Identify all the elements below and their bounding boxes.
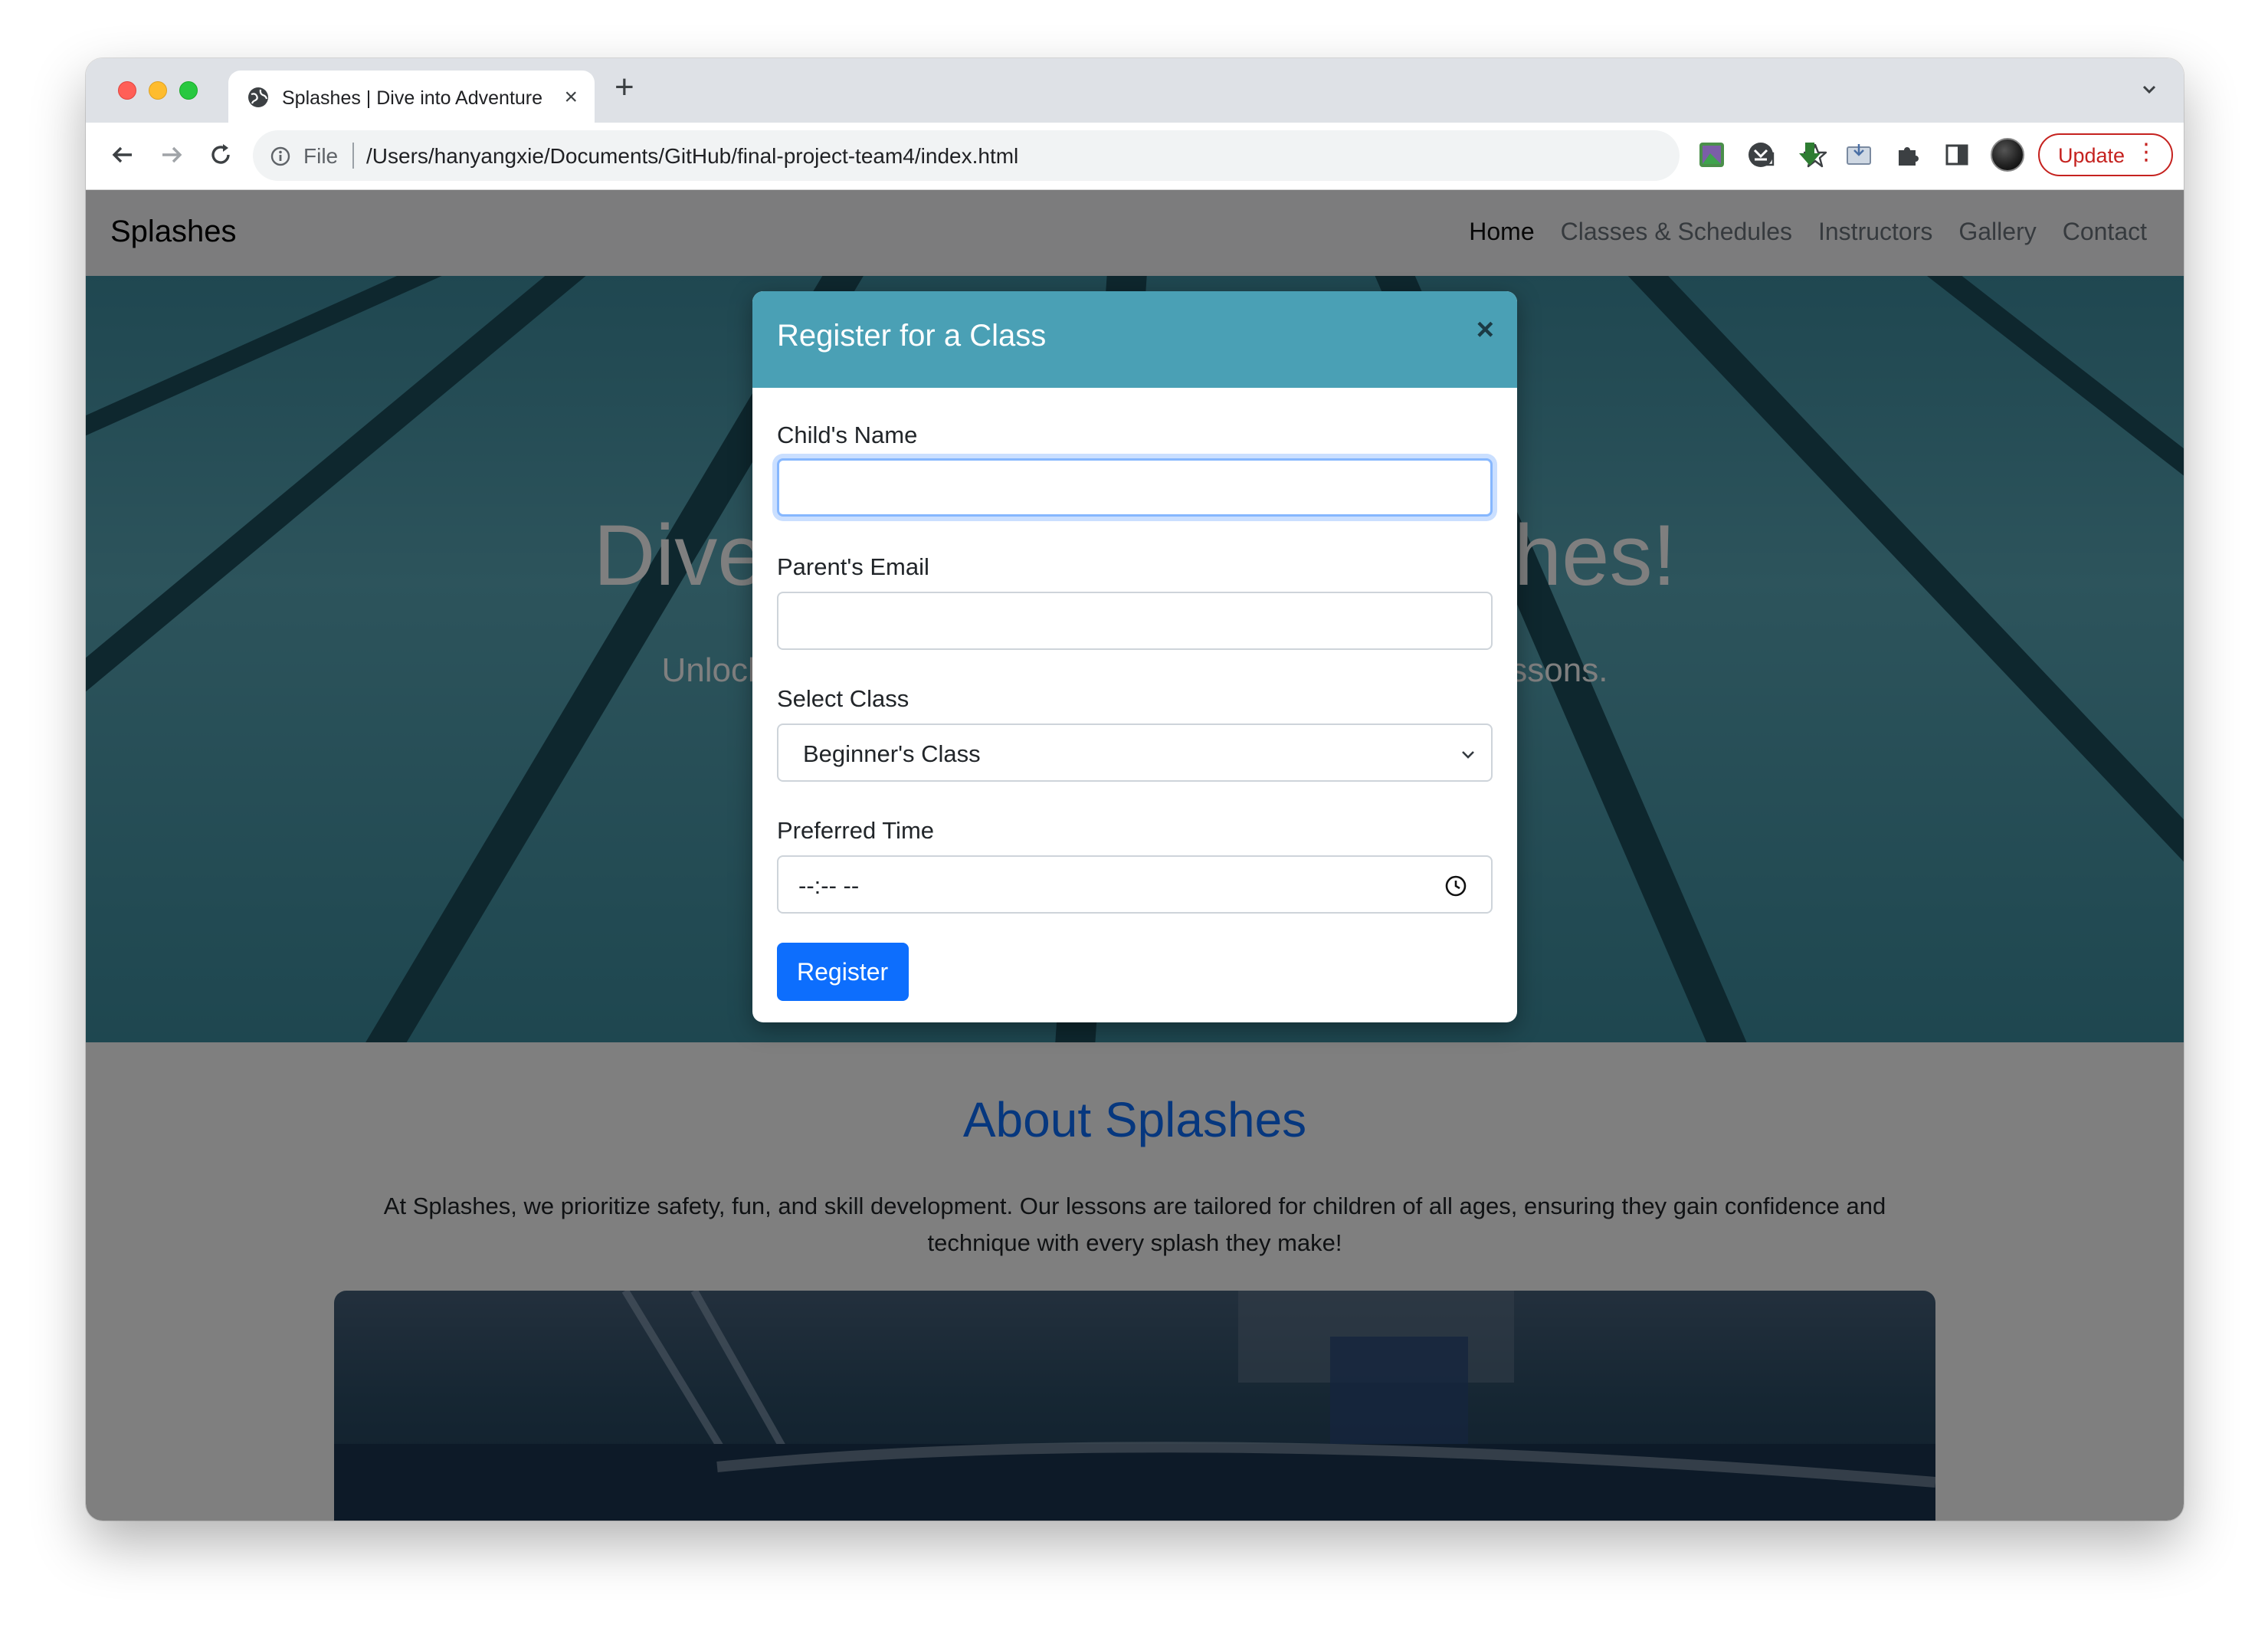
chevron-down-icon [1462,751,1474,759]
extension-photo-icon[interactable] [1698,141,1726,169]
browser-toolbar: File /Users/hanyangxie/Documents/GitHub/… [86,123,2184,190]
reload-icon[interactable] [205,139,236,170]
parent-email-input[interactable] [777,592,1493,650]
side-panel-icon[interactable] [1943,141,1971,169]
download-arrow-icon[interactable] [1796,141,1824,169]
clock-icon[interactable] [1444,874,1468,898]
new-tab-button[interactable]: + [615,71,634,104]
menu-dots-icon[interactable]: ⋮ [2135,141,2158,164]
register-modal: Register for a Class × Child's Name Pare… [752,291,1517,1022]
profile-avatar[interactable] [1991,138,2024,172]
close-window-button[interactable] [118,81,136,100]
class-select-value: Beginner's Class [803,740,981,767]
preferred-time-input[interactable]: --:-- -- [777,855,1493,914]
update-label: Update [2058,144,2125,167]
modal-title: Register for a Class [777,319,1047,353]
child-name-input[interactable] [777,458,1493,517]
maximize-window-button[interactable] [179,81,198,100]
tab-close-icon[interactable]: × [564,84,578,110]
address-bar[interactable]: File /Users/hanyangxie/Documents/GitHub/… [253,130,1827,181]
forward-arrow-icon[interactable] [156,139,187,170]
browser-window: Splashes | Dive into Adventure × + File [86,58,2184,1521]
url-text[interactable]: /Users/hanyangxie/Documents/GitHub/final… [366,144,1018,169]
preferred-time-value: --:-- -- [798,872,860,899]
back-arrow-icon[interactable] [107,139,138,170]
extension-circle-icon[interactable] [1747,141,1775,169]
tab-search-chevron-icon[interactable] [2138,78,2161,101]
minimize-window-button[interactable] [149,81,167,100]
globe-icon [248,87,268,107]
tab-title: Splashes | Dive into Adventure [282,87,543,109]
address-divider [352,143,354,169]
info-icon[interactable] [270,146,291,167]
modal-close-icon[interactable]: × [1476,314,1494,345]
page-viewport: Splashes Home Classes & Schedules Instru… [86,190,2184,1521]
update-button[interactable]: Update ⋮ [2038,133,2173,176]
active-tab[interactable]: Splashes | Dive into Adventure × [228,71,595,124]
class-select[interactable]: Beginner's Class [777,723,1493,782]
tab-strip: Splashes | Dive into Adventure × + [86,58,2184,124]
parent-email-label: Parent's Email [777,553,929,580]
preferred-time-label: Preferred Time [777,817,935,844]
file-scheme-label: File [303,144,339,168]
select-class-label: Select Class [777,685,909,712]
child-name-label: Child's Name [777,422,918,448]
extension-screen-icon[interactable] [1845,141,1873,169]
modal-header: Register for a Class × [752,291,1517,388]
register-label: Register [797,958,889,986]
register-button[interactable]: Register [777,943,909,1001]
extensions-puzzle-icon[interactable] [1894,141,1922,169]
